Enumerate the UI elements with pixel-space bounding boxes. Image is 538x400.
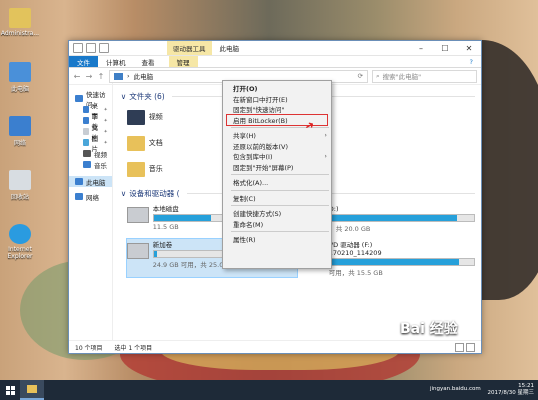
quick-access-toolbar	[69, 43, 109, 53]
computer-icon	[75, 178, 83, 185]
system-clock[interactable]: 15:21 2017/8/30 星期三	[488, 383, 534, 397]
user-folder-icon	[9, 8, 31, 28]
details-view-icon[interactable]	[455, 342, 464, 352]
sidebar-item-music[interactable]: 音乐	[69, 159, 112, 170]
menu-item-properties[interactable]: 属性(R)	[223, 234, 331, 245]
chevron-right-icon: ›	[324, 152, 327, 161]
computer-icon	[114, 72, 123, 80]
hard-drive-icon	[126, 243, 149, 259]
download-icon	[83, 117, 89, 124]
drive-usage-bar	[328, 258, 475, 266]
sidebar-item-videos[interactable]: 视频	[69, 148, 112, 159]
sidebar-item-network[interactable]: 网络	[69, 191, 112, 202]
document-folder-icon	[126, 135, 145, 151]
desktop-icon	[83, 106, 89, 113]
forward-arrow-icon[interactable]: →	[85, 72, 93, 81]
search-icon: ⌕	[376, 71, 380, 80]
hard-drive-icon	[126, 207, 149, 223]
watermark-url: jingyan.baidu.com	[430, 386, 481, 392]
menu-item-pin-quick-access[interactable]: 固定到"快速访问"	[223, 104, 331, 115]
sidebar-item-quick-access[interactable]: 快速访问	[69, 91, 112, 109]
close-button[interactable]: ✕	[457, 41, 481, 55]
network-icon	[75, 193, 83, 200]
star-icon	[75, 95, 83, 102]
folder-videos[interactable]: 视频	[126, 106, 212, 128]
music-icon	[83, 161, 91, 168]
ribbon-tabs: 文件 计算机 查看 管理 ?	[69, 56, 481, 68]
folder-icon	[27, 385, 37, 393]
search-input[interactable]: ⌕ 搜索"此电脑"	[372, 69, 477, 83]
desktop-icon-ie[interactable]: Internet Explorer	[0, 224, 40, 260]
tab-computer[interactable]: 计算机	[98, 56, 134, 67]
selection-count: 选中 1 个项目	[114, 344, 153, 352]
tab-file[interactable]: 文件	[69, 56, 98, 67]
minimize-button[interactable]: –	[409, 41, 433, 55]
menu-item-restore-versions[interactable]: 还原以前的版本(V)	[223, 141, 331, 152]
menu-item-share[interactable]: 共享(H) ›	[223, 130, 331, 141]
item-count: 10 个项目	[75, 344, 103, 352]
computer-icon	[9, 62, 31, 82]
menu-item-format[interactable]: 格式化(A)...	[223, 177, 331, 188]
tab-manage[interactable]: 管理	[168, 56, 198, 67]
menu-separator	[231, 174, 329, 175]
document-icon	[83, 128, 89, 135]
music-folder-icon	[126, 161, 145, 177]
menu-item-pin-start[interactable]: 固定到"开始"屏幕(P)	[223, 162, 331, 173]
desktop-icon-recycle-bin[interactable]: 回收站	[0, 170, 40, 201]
internet-explorer-icon	[9, 224, 31, 244]
tab-view[interactable]: 查看	[134, 56, 163, 67]
large-icons-view-icon[interactable]	[466, 342, 475, 352]
menu-separator	[231, 189, 329, 191]
title-bar: 驱动器工具 此电脑 – ☐ ✕	[69, 41, 481, 56]
picture-icon	[83, 139, 89, 146]
start-button[interactable]	[0, 380, 20, 400]
navigation-pane: 快速访问 桌面 ✦ 下载 ✦ 文档 ✦ 图片 ✦ 视频 音乐 此电脑 网络	[69, 83, 113, 341]
desktop-icon-this-pc[interactable]: 此电脑	[0, 62, 40, 93]
menu-item-include-library[interactable]: 包含到库中(I) ›	[223, 151, 331, 162]
video-folder-icon	[126, 109, 145, 125]
menu-item-copy[interactable]: 复制(C)	[223, 193, 331, 204]
chevron-right-icon: ›	[324, 131, 327, 140]
menu-separator	[231, 205, 329, 206]
sidebar-item-downloads[interactable]: 下载 ✦	[69, 113, 112, 131]
desktop-icon-user[interactable]: Administra...	[0, 8, 40, 37]
pin-icon: ✦	[103, 128, 108, 135]
sidebar-item-this-pc[interactable]: 此电脑	[69, 176, 112, 187]
new-folder-icon[interactable]	[99, 43, 109, 53]
help-icon[interactable]: ?	[462, 56, 481, 67]
chevron-down-icon: ∨	[120, 189, 127, 198]
network-icon	[9, 116, 31, 136]
menu-item-create-shortcut[interactable]: 创建快捷方式(S)	[223, 208, 331, 219]
windows-logo-icon	[5, 385, 15, 395]
chevron-down-icon: ∨	[120, 92, 127, 101]
desktop-icon-network[interactable]: 网络	[0, 116, 40, 147]
pin-icon: ✦	[103, 106, 108, 113]
refresh-icon[interactable]: ⟳	[358, 72, 363, 80]
sidebar-item-pictures[interactable]: 图片 ✦	[69, 135, 112, 153]
taskbar-explorer-button[interactable]	[20, 380, 44, 400]
sidebar-item-documents[interactable]: 文档 ✦	[69, 124, 112, 142]
menu-item-open-new-window[interactable]: 在新窗口中打开(E)	[223, 94, 331, 105]
recycle-bin-icon	[9, 170, 31, 190]
pin-icon: ✦	[103, 117, 108, 124]
properties-icon[interactable]	[86, 43, 96, 53]
window-title: 此电脑	[219, 45, 240, 53]
context-menu: 打开(O) 在新窗口中打开(E) 固定到"快速访问" 启用 BitLocker(…	[222, 80, 332, 269]
save-icon[interactable]	[73, 43, 83, 53]
breadcrumb[interactable]: 此电脑	[134, 71, 154, 81]
menu-item-rename[interactable]: 重命名(M)	[223, 219, 331, 230]
status-bar: 10 个项目 选中 1 个项目	[69, 340, 481, 353]
back-arrow-icon[interactable]: ←	[73, 72, 81, 81]
video-icon	[83, 150, 91, 157]
folder-documents[interactable]: 文档	[126, 132, 212, 154]
folder-music[interactable]: 音乐	[126, 158, 212, 180]
pin-icon: ✦	[103, 139, 108, 146]
up-arrow-icon[interactable]: ↑	[97, 72, 105, 81]
drive-tools-tab[interactable]: 驱动器工具	[167, 41, 212, 55]
menu-separator	[231, 231, 329, 232]
menu-item-open[interactable]: 打开(O)	[223, 83, 331, 94]
baidu-watermark: Bai 经验	[400, 321, 458, 337]
maximize-button[interactable]: ☐	[433, 41, 457, 55]
